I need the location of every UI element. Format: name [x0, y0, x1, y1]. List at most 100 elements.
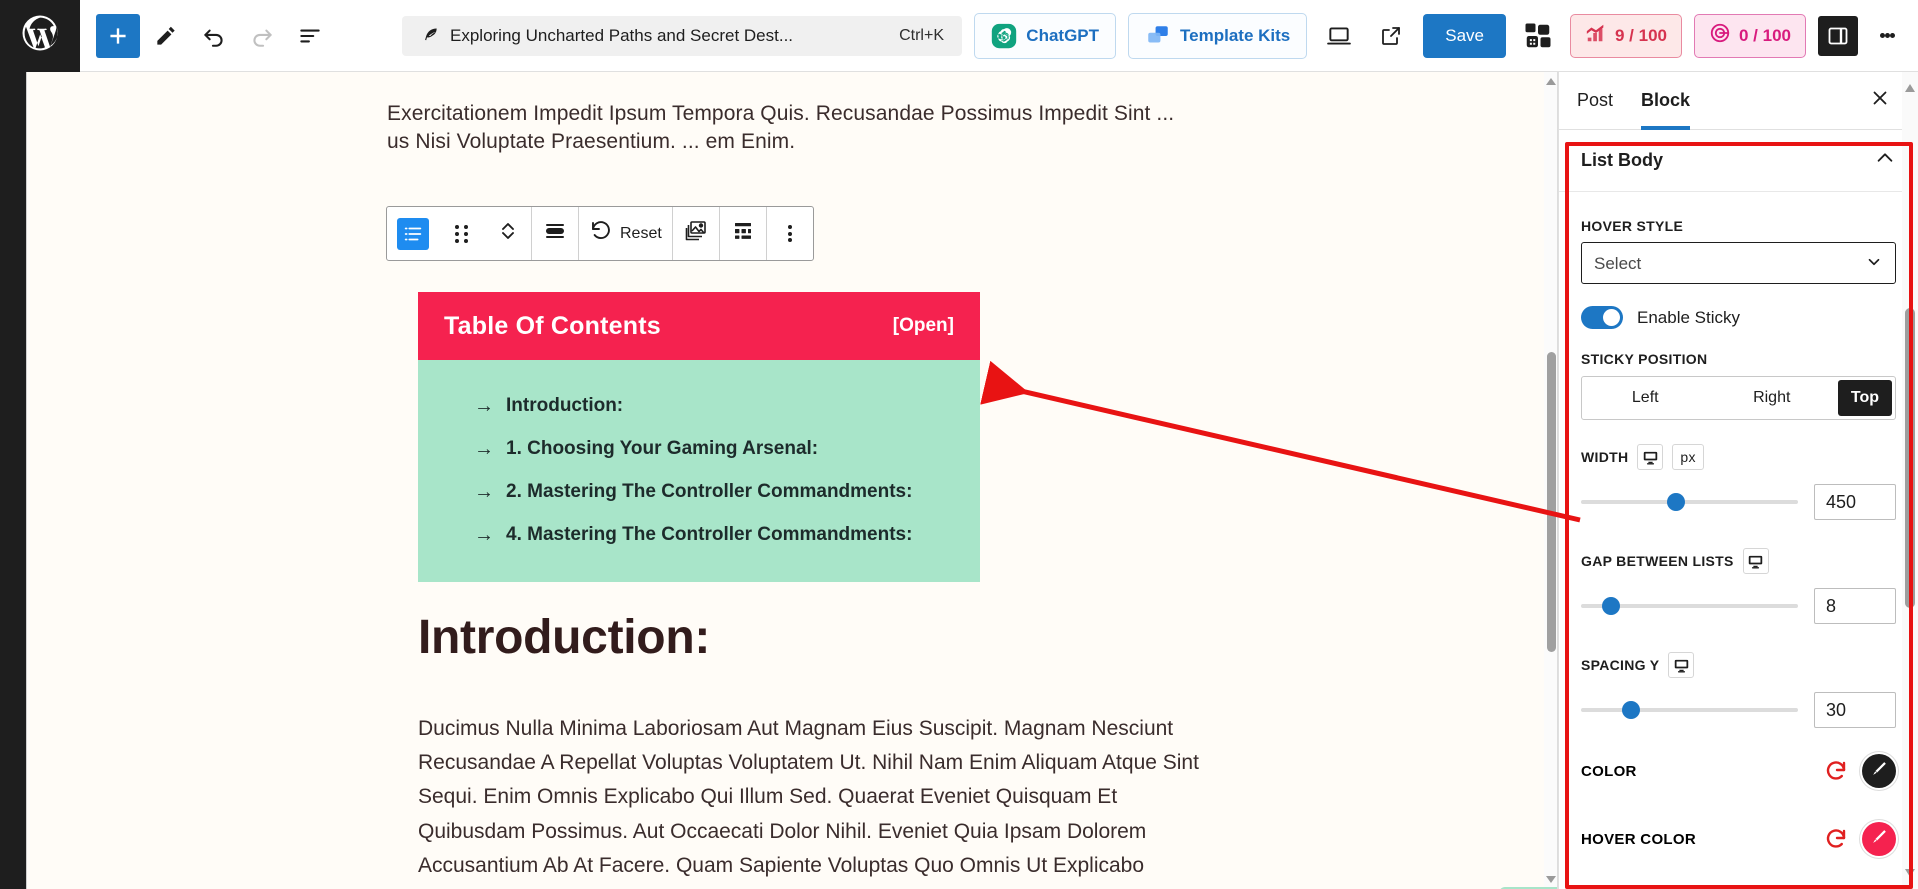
hover-color-swatch-button[interactable]: [1862, 822, 1896, 856]
width-number-input[interactable]: 450: [1814, 484, 1896, 520]
sticky-position-segmented: Left Right Top: [1581, 376, 1896, 420]
redo-button[interactable]: [240, 14, 284, 58]
image-gallery-icon: [684, 219, 708, 248]
undo-button[interactable]: [192, 14, 236, 58]
left-dark-rail: [0, 72, 33, 889]
sidebar-scrollbar-thumb[interactable]: [1905, 308, 1915, 608]
device-desktop-icon[interactable]: [1637, 444, 1664, 470]
view-post-button[interactable]: [1371, 16, 1411, 56]
table-of-contents-block[interactable]: Table Of Contents [Open] → Introduction:…: [418, 292, 980, 582]
chatgpt-button[interactable]: ChatGPT: [974, 12, 1117, 59]
rank-math-score-badge[interactable]: 9 / 100: [1570, 13, 1682, 58]
width-label: Width: [1581, 449, 1629, 465]
hover-style-select[interactable]: Select: [1581, 242, 1896, 284]
kebab-dot: [1884, 33, 1890, 38]
spacing-y-number-input[interactable]: 30: [1814, 692, 1896, 728]
canvas-scrollbar-thumb[interactable]: [1547, 352, 1556, 652]
drag-handle-icon: [455, 224, 469, 243]
close-icon: [1869, 87, 1891, 114]
gap-slider-knob[interactable]: [1602, 597, 1621, 615]
hover-style-control: Hover Style Select: [1559, 192, 1918, 284]
add-block-button[interactable]: [96, 13, 140, 58]
spacing-y-slider-knob[interactable]: [1621, 701, 1640, 719]
close-sidebar-button[interactable]: [1860, 81, 1900, 121]
device-desktop-icon[interactable]: [1742, 548, 1769, 574]
reset-icon[interactable]: [1824, 759, 1848, 783]
drag-handle-button[interactable]: [439, 207, 485, 260]
toc-item-label: 4. Mastering The Controller Commandments…: [506, 523, 913, 545]
toc-header[interactable]: Table Of Contents [Open]: [418, 292, 980, 360]
save-button[interactable]: Save: [1423, 13, 1506, 58]
reset-icon[interactable]: [1824, 827, 1848, 851]
width-control: Width px 450: [1559, 444, 1918, 520]
spacing-y-slider[interactable]: [1581, 701, 1798, 719]
sticky-position-top[interactable]: Top: [1838, 380, 1892, 416]
scroll-down-arrow-icon[interactable]: [1546, 876, 1556, 883]
lead-paragraph[interactable]: Exercitationem Impedit Ipsum Tempora Qui…: [387, 72, 1177, 155]
enable-sticky-control: Enable Sticky: [1559, 306, 1918, 329]
wordpress-logo-icon: [19, 12, 61, 59]
sticky-position-control: Sticky Position Left Right Top: [1559, 351, 1918, 420]
color-label: Color: [1581, 762, 1637, 780]
device-preview-button[interactable]: [1319, 16, 1359, 56]
rank-math-icon: [1585, 22, 1607, 49]
toc-list-item[interactable]: → Introduction:: [418, 384, 980, 427]
toc-item-label: Introduction:: [506, 394, 624, 416]
enable-sticky-label: Enable Sticky: [1637, 307, 1740, 327]
width-slider-knob[interactable]: [1667, 493, 1686, 511]
chatgpt-icon: [991, 23, 1017, 49]
move-block-button[interactable]: [485, 207, 531, 260]
toc-toggle-link[interactable]: [Open]: [893, 315, 954, 337]
device-desktop-icon[interactable]: [1668, 652, 1695, 678]
chatgpt-label: ChatGPT: [1026, 25, 1100, 45]
edit-pencil-button[interactable]: [144, 14, 188, 58]
gap-slider[interactable]: [1581, 597, 1798, 615]
sticky-position-right[interactable]: Right: [1709, 377, 1836, 419]
post-canvas[interactable]: Exercitationem Impedit Ipsum Tempora Qui…: [32, 72, 1557, 889]
section-heading-introduction[interactable]: Introduction:: [418, 610, 710, 665]
more-options-button[interactable]: [1870, 14, 1904, 58]
scroll-up-arrow-icon[interactable]: [1905, 84, 1915, 92]
toc-list-item[interactable]: → 1. Choosing Your Gaming Arsenal:: [418, 427, 980, 470]
block-type-button[interactable]: [387, 207, 439, 260]
toc-list-item[interactable]: → 2. Mastering The Controller Commandmen…: [418, 470, 980, 513]
document-overview-button[interactable]: [288, 14, 332, 58]
reset-button[interactable]: Reset: [579, 207, 672, 260]
tab-block[interactable]: Block: [1641, 72, 1690, 130]
canvas-scrollbar[interactable]: [1544, 72, 1557, 889]
quill-pen-icon: [420, 26, 440, 46]
sticky-position-left[interactable]: Left: [1582, 377, 1709, 419]
scroll-down-arrow-icon[interactable]: [1905, 869, 1915, 877]
top-bar-actions: ChatGPT Template Kits Save 9 / 100 0 / 1…: [974, 12, 1918, 59]
body-paragraph[interactable]: Ducimus Nulla Minima Laboriosam Aut Magn…: [418, 712, 1218, 889]
editor-canvas-area: Exercitationem Impedit Ipsum Tempora Qui…: [0, 72, 1558, 889]
color-control: Color: [1559, 754, 1918, 794]
settings-sidebar: Post Block List Body Hover Style Select: [1558, 72, 1918, 889]
wordpress-logo-button[interactable]: [0, 0, 80, 72]
width-slider[interactable]: [1581, 493, 1798, 511]
toggle-settings-sidebar-button[interactable]: [1818, 15, 1858, 56]
block-type-list-icon: [397, 217, 429, 250]
gap-number-input[interactable]: 8: [1814, 588, 1896, 624]
width-unit-button[interactable]: px: [1672, 444, 1704, 470]
blocks-grid-button[interactable]: [1518, 16, 1558, 56]
color-swatch-button[interactable]: [1862, 754, 1896, 788]
tab-post[interactable]: Post: [1577, 72, 1613, 130]
document-title-text: Exploring Uncharted Paths and Secret Des…: [450, 25, 794, 45]
block-toolbar-group-media: [673, 207, 720, 260]
list-body-panel-title: List Body: [1581, 150, 1664, 170]
toc-list-item[interactable]: → 4. Mastering The Controller Commandmen…: [418, 513, 980, 556]
layout-grid-button[interactable]: [720, 207, 766, 260]
enable-sticky-toggle[interactable]: [1581, 306, 1623, 329]
image-gallery-button[interactable]: [673, 207, 719, 260]
align-button[interactable]: [532, 207, 578, 260]
block-more-options-button[interactable]: [767, 207, 813, 260]
document-title-search[interactable]: Exploring Uncharted Paths and Secret Des…: [402, 15, 962, 56]
seo-score-badge[interactable]: 0 / 100: [1694, 13, 1806, 58]
scroll-up-arrow-icon[interactable]: [1546, 78, 1556, 85]
seo-target-icon: [1709, 22, 1731, 49]
list-body-panel-header[interactable]: List Body: [1559, 130, 1918, 192]
top-bar-tools: [80, 13, 332, 58]
template-kits-button[interactable]: Template Kits: [1128, 12, 1308, 59]
sidebar-scrollbar[interactable]: [1902, 72, 1918, 889]
